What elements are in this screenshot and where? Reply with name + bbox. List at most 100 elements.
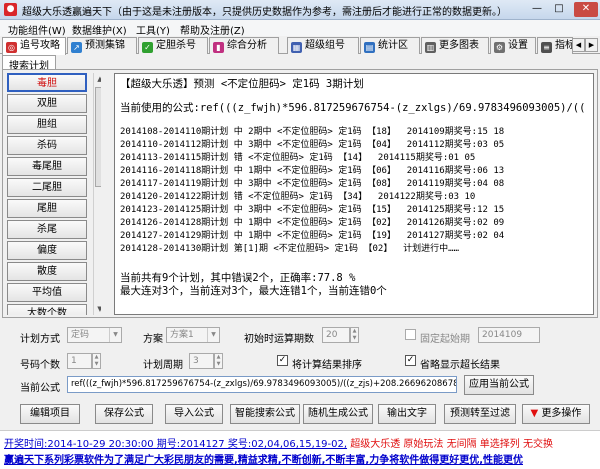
tab-combo[interactable]: ▦ 超级组号: [287, 37, 359, 54]
import-formula-button[interactable]: 导入公式: [165, 404, 223, 424]
random-formula-button[interactable]: 随机生成公式: [303, 404, 373, 424]
result-row: 2014116-2014118期计划 中 1期中 <不定位胆码> 定1码 【06…: [120, 163, 504, 176]
tab-forecast[interactable]: ↗ 预测集锦: [67, 37, 137, 54]
category-item[interactable]: 偏度: [7, 241, 87, 260]
row-pred: <不定位胆码> 定1码: [242, 153, 339, 163]
tab-stats[interactable]: ▤ 统计区: [360, 37, 420, 54]
apply-formula-button[interactable]: 应用当前公式: [464, 375, 534, 395]
tab-label: 追号攻略: [20, 40, 60, 51]
result-row: 2014113-2014115期计划 错 <不定位胆码> 定1码 【14】 20…: [120, 150, 475, 163]
menu-bar: 功能组件(W) 数据维护(X) 工具(Y) 帮助及注册(Z): [0, 20, 600, 37]
menu-tools[interactable]: 工具(Y): [136, 22, 170, 37]
tab-label: 设置: [508, 40, 528, 51]
init-periods-spinner[interactable]: ▲ ▼: [350, 327, 359, 343]
to-filter-button[interactable]: 预测转至过滤: [444, 404, 516, 424]
save-formula-button[interactable]: 保存公式: [95, 404, 153, 424]
scheme-value: 方案1: [170, 330, 194, 340]
menu-help[interactable]: 帮助及注册(Z): [180, 22, 245, 37]
tab-label: 更多图表: [439, 40, 479, 51]
plan-mode-select[interactable]: 定码 ▼: [67, 327, 122, 343]
tab-strategy[interactable]: ◎ 追号攻略: [2, 37, 66, 55]
smart-search-button[interactable]: 智能搜索公式: [230, 404, 300, 424]
category-item[interactable]: 毒尾胆: [7, 157, 87, 176]
status-bar: 开奖时间:2014-10-29 20:30:00 期号:2014127 奖号:0…: [0, 430, 600, 469]
tab-label: 综合分析: [227, 40, 267, 51]
row-mid: 错: [233, 192, 243, 202]
tab-charts[interactable]: ▥ 更多图表: [421, 37, 489, 54]
tab-settings[interactable]: ⚙ 设置: [490, 37, 536, 54]
omit-long-checkbox[interactable]: ✓: [405, 355, 416, 366]
result-row: 2014128-2014130期计划 第[1]期 <不定位胆码> 定1码 【02…: [120, 241, 459, 254]
minimize-button[interactable]: —: [528, 2, 546, 17]
tab-search-plan[interactable]: 搜索计划: [2, 55, 56, 72]
category-item[interactable]: 尾胆: [7, 199, 87, 218]
row-code: 【19】: [367, 231, 396, 241]
plan-cycle-input[interactable]: 3: [189, 353, 214, 369]
row-mid: 中 1期中: [233, 166, 272, 176]
row-issue: 2014126期奖号:02 09: [395, 218, 505, 228]
category-scrollbar[interactable]: ▲ ▼: [93, 73, 101, 315]
category-item[interactable]: 大数个数: [7, 304, 87, 315]
fixed-start-checkbox[interactable]: [405, 329, 416, 340]
category-item[interactable]: 杀尾: [7, 220, 87, 239]
row-pred: <不定位胆码> 定1码: [271, 127, 368, 137]
scroll-thumb[interactable]: [95, 87, 101, 187]
tab-kill-number[interactable]: ✓ 定胆杀号: [138, 37, 208, 54]
maximize-button[interactable]: □: [550, 2, 568, 17]
scheme-select[interactable]: 方案1 ▼: [166, 327, 220, 343]
init-periods-input[interactable]: 20: [322, 327, 350, 343]
category-item[interactable]: 二尾胆: [7, 178, 87, 197]
row-pred: <不定位胆码> 定1码: [271, 140, 368, 150]
marquee-text[interactable]: 赢遍天下系列彩票软件为了满足广大彩民朋友的需要,精益求精,不断创新,不断丰富,力…: [4, 451, 523, 466]
category-item[interactable]: 毒胆: [7, 73, 87, 92]
row-range: 2014123-2014125: [120, 205, 202, 215]
row-pred: <不定位胆码> 定1码: [271, 231, 368, 241]
category-list: 毒胆 双胆 胆组 杀码 毒尾胆 二尾胆 尾胆 杀尾 偏度 散度 平均值 大数个数…: [7, 73, 101, 315]
result-text-area[interactable]: 【超级大乐透】预测 <不定位胆码> 定1码 3期计划 当前使用的公式:ref((…: [114, 73, 594, 315]
plan-cycle-label: 计划周期: [143, 360, 183, 371]
graph-icon: ▥: [425, 42, 436, 53]
row-range: 2014108-2014110: [120, 127, 202, 137]
formula-input[interactable]: ref(((z_fwjh)*596.817259676754-(z_zxlgs)…: [67, 376, 457, 393]
menu-functions[interactable]: 功能组件(W): [8, 22, 66, 37]
row-issue: 2014125期奖号:12 15: [395, 205, 505, 215]
menu-data[interactable]: 数据维护(X): [72, 22, 127, 37]
more-actions-button[interactable]: ▼ 更多操作: [522, 404, 590, 424]
category-item[interactable]: 散度: [7, 262, 87, 281]
close-button[interactable]: ✕: [574, 2, 598, 17]
export-text-button[interactable]: 输出文字: [378, 404, 436, 424]
row-code: 【18】: [367, 127, 396, 137]
scroll-up-icon[interactable]: ▲: [95, 73, 101, 85]
category-item[interactable]: 双胆: [7, 94, 87, 113]
code-count-spinner[interactable]: ▲ ▼: [92, 353, 101, 369]
chevron-down-icon: ▼: [109, 328, 121, 342]
category-item[interactable]: 平均值: [7, 283, 87, 302]
result-row: 2014127-2014129期计划 中 1期中 <不定位胆码> 定1码 【19…: [120, 228, 504, 241]
scroll-down-icon[interactable]: ▼: [95, 303, 101, 315]
category-item[interactable]: 杀码: [7, 136, 87, 155]
draw-info-text[interactable]: 开奖时间:2014-10-29 20:30:00 期号:2014127 奖号:0…: [4, 439, 347, 450]
tab-bar: ◎ 追号攻略 ↗ 预测集锦 ✓ 定胆杀号 ▮ 综合分析 ▦ 超级组号 ▤ 统计区 ▥ 更多图表…: [0, 36, 600, 55]
tab-scroll-left-icon[interactable]: ◀: [572, 38, 585, 52]
tab-label: 预测集锦: [85, 40, 125, 51]
tab-label: 定胆杀号: [156, 40, 196, 51]
plan-cycle-spinner[interactable]: ▲ ▼: [214, 353, 223, 369]
row-plan: 期计划: [201, 140, 234, 150]
fixed-start-input[interactable]: 2014109: [478, 327, 540, 343]
more-actions-label: 更多操作: [541, 408, 582, 419]
row-pred: <不定位胆码> 定1码: [242, 192, 339, 202]
row-issue: 2014122期奖号:03 10: [367, 192, 476, 202]
app-logo-icon: ●: [4, 3, 17, 16]
category-item[interactable]: 胆组: [7, 115, 87, 134]
chevron-down-icon: ▼: [207, 328, 219, 342]
fixed-start-label: 固定起始期: [420, 334, 470, 345]
tab-index[interactable]: ≡ 指标: [537, 37, 573, 54]
row-mid: 中 3期中: [233, 205, 272, 215]
edit-project-button[interactable]: 编辑项目: [20, 404, 80, 424]
sort-results-checkbox[interactable]: ✓: [277, 355, 288, 366]
row-pred: <不定位胆码> 定1码: [271, 179, 368, 189]
tab-analysis[interactable]: ▮ 综合分析: [209, 37, 279, 54]
tab-scroll-right-icon[interactable]: ▶: [585, 38, 598, 52]
code-count-input[interactable]: 1: [67, 353, 92, 369]
row-range: 2014128-2014130: [120, 244, 202, 254]
